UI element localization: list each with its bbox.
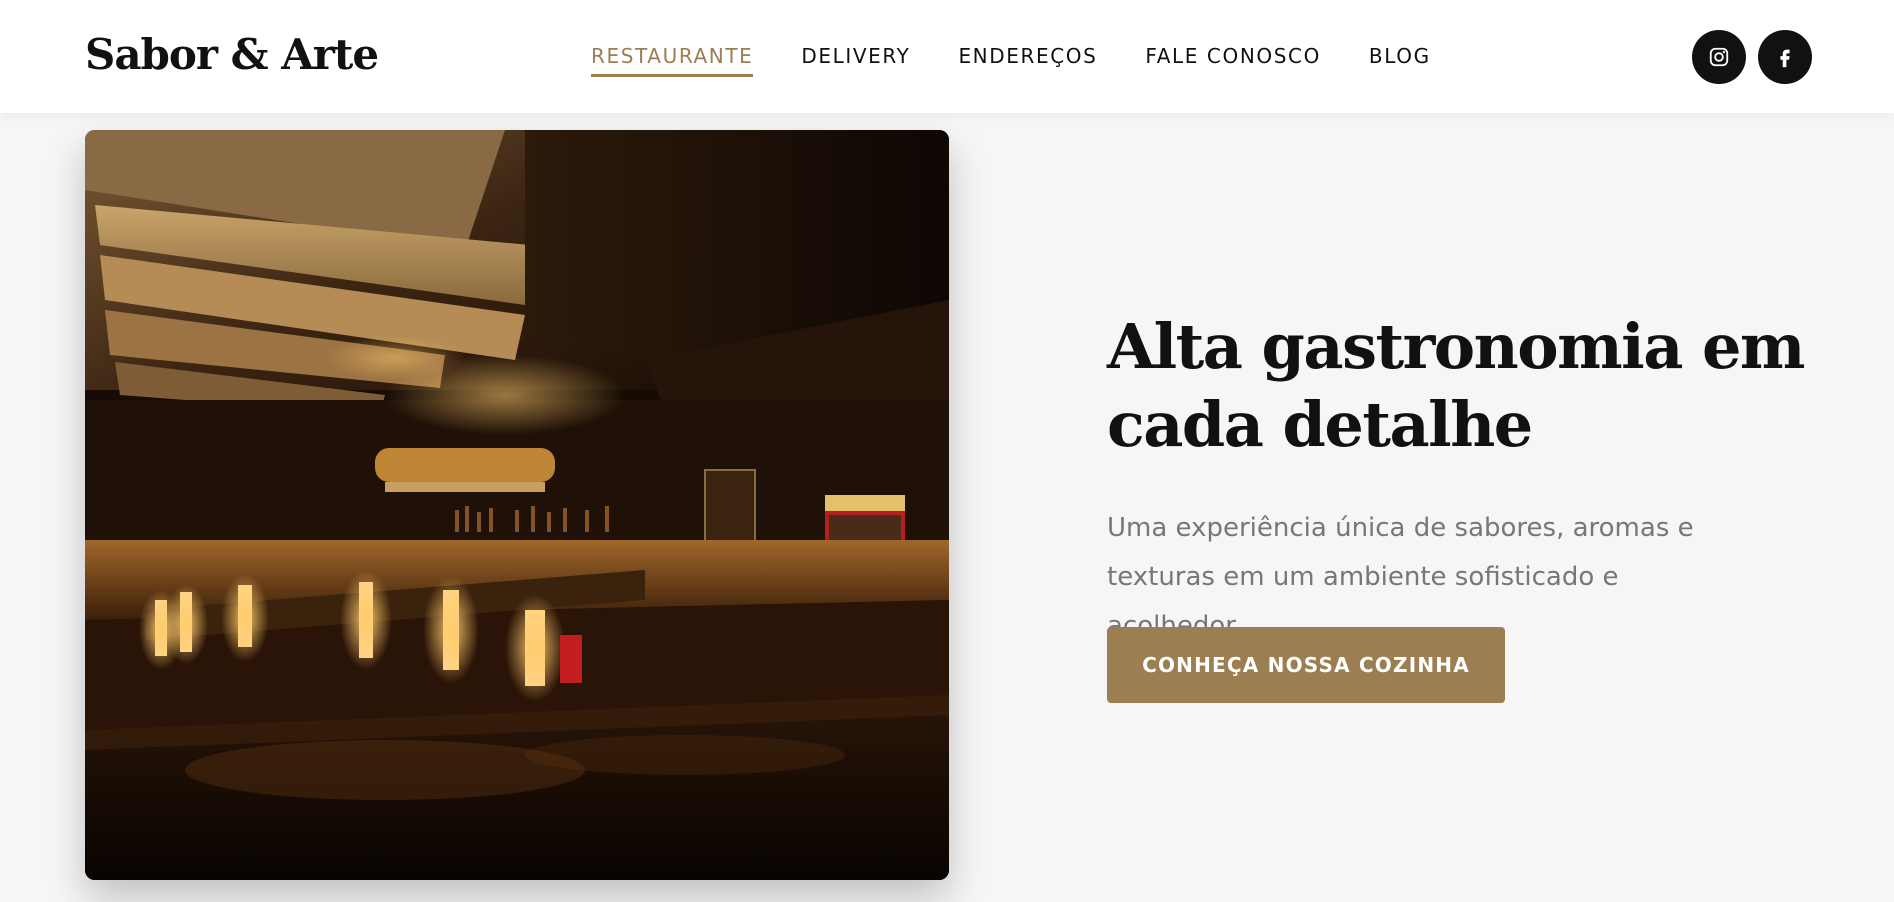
nav-item-blog[interactable]: BLOG xyxy=(1369,44,1431,77)
logo[interactable]: Sabor & Arte xyxy=(85,30,379,79)
instagram-button[interactable] xyxy=(1692,30,1746,84)
social-links xyxy=(1692,30,1812,84)
site-header: Sabor & Arte RESTAURANTE DELIVERY ENDERE… xyxy=(0,0,1894,113)
instagram-icon xyxy=(1709,47,1729,67)
nav-item-enderecos[interactable]: ENDEREÇOS xyxy=(958,44,1097,77)
cta-button[interactable]: CONHEÇA NOSSA COZINHA xyxy=(1107,627,1505,703)
nav-item-fale-conosco[interactable]: FALE CONOSCO xyxy=(1145,44,1321,77)
nav-item-delivery[interactable]: DELIVERY xyxy=(801,44,910,77)
facebook-button[interactable] xyxy=(1758,30,1812,84)
hero-title: Alta gastronomia em cada detalhe xyxy=(1107,310,1806,461)
hero-content: Alta gastronomia em cada detalhe Uma exp… xyxy=(1107,308,1807,651)
main-nav: RESTAURANTE DELIVERY ENDEREÇOS FALE CONO… xyxy=(591,44,1431,77)
facebook-icon xyxy=(1780,49,1790,68)
restaurant-interior-photo xyxy=(85,130,949,880)
nav-item-restaurante[interactable]: RESTAURANTE xyxy=(591,44,754,77)
